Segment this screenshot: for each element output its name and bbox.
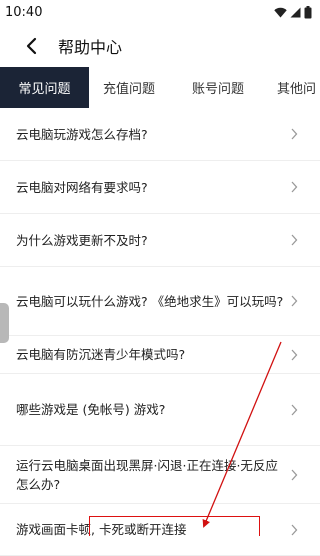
- tab-label: 账号问题: [191, 82, 244, 97]
- faq-question: 云电脑玩游戏怎么存档?: [16, 126, 148, 142]
- page-title: 帮助中心: [58, 38, 123, 57]
- faq-question: 运行云电脑桌面出现黑屏·闪退·正在连接·无反应怎么办?: [16, 457, 278, 492]
- chevron-right-icon: [291, 128, 298, 140]
- faq-list: 云电脑玩游戏怎么存档? 云电脑对网络有要求吗? 为什么游戏更新不及时? 云电脑可…: [0, 108, 320, 556]
- tab-common-questions[interactable]: 常见问题: [0, 67, 89, 108]
- chevron-right-icon: [291, 469, 298, 480]
- wifi-icon: [274, 7, 287, 17]
- chevron-right-icon: [291, 181, 298, 193]
- faq-question: 哪些游戏是 (免帐号) 游戏?: [16, 402, 166, 417]
- faq-item[interactable]: 云电脑有防沉迷青少年模式吗?: [0, 336, 320, 374]
- back-button[interactable]: [14, 29, 48, 63]
- faq-question: 云电脑可以玩什么游戏? 《绝地求生》可以玩吗?: [16, 293, 284, 309]
- tab-account-questions[interactable]: 账号问题: [169, 67, 267, 108]
- tab-bar: 常见问题 充值问题 账号问题 其他问: [0, 67, 320, 108]
- faq-item[interactable]: 云电脑可以玩什么游戏? 《绝地求生》可以玩吗?: [0, 267, 320, 336]
- chevron-right-icon: [291, 234, 298, 246]
- tab-label: 常见问题: [18, 82, 71, 97]
- faq-item[interactable]: 云电脑玩游戏怎么存档?: [0, 108, 320, 161]
- faq-item[interactable]: 哪些游戏是 (免帐号) 游戏?: [0, 374, 320, 446]
- header: 帮助中心: [0, 24, 320, 68]
- faq-item[interactable]: 运行云电脑桌面出现黑屏·闪退·正在连接·无反应怎么办?: [0, 446, 320, 504]
- status-icons: [274, 5, 312, 19]
- status-bar: 10:40: [0, 0, 320, 24]
- faq-question: 为什么游戏更新不及时?: [16, 232, 148, 248]
- faq-item[interactable]: 为什么游戏更新不及时?: [0, 214, 320, 267]
- tab-recharge-questions[interactable]: 充值问题: [89, 67, 169, 108]
- side-drag-handle[interactable]: [0, 303, 9, 343]
- chevron-right-icon: [291, 349, 298, 360]
- tab-other-questions[interactable]: 其他问: [267, 67, 320, 108]
- battery-icon: [304, 5, 312, 18]
- tab-label: 充值问题: [102, 82, 155, 97]
- chevron-right-icon: [291, 295, 298, 307]
- back-arrow-icon: [26, 37, 37, 55]
- chevron-right-icon: [291, 404, 298, 415]
- tab-label: 其他问: [277, 82, 317, 97]
- chevron-right-icon: [291, 524, 298, 535]
- annotation-highlight-box: [89, 516, 260, 536]
- faq-question: 云电脑有防沉迷青少年模式吗?: [16, 347, 186, 362]
- status-time: 10:40: [5, 4, 43, 20]
- faq-question: 云电脑对网络有要求吗?: [16, 179, 148, 195]
- faq-item[interactable]: 云电脑对网络有要求吗?: [0, 161, 320, 214]
- signal-icon: [290, 7, 301, 17]
